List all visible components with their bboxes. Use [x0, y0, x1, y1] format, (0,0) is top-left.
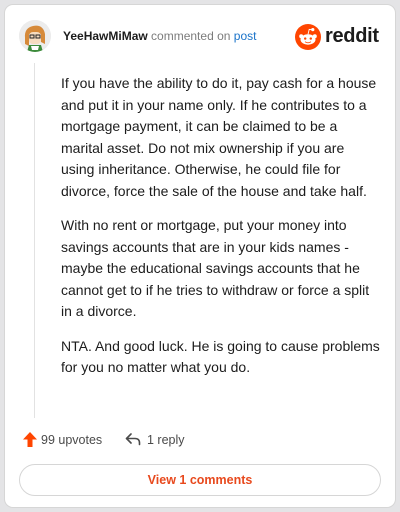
comment-card: YeeHawMiMaw commented on post reddit If …: [4, 4, 396, 508]
post-link[interactable]: post: [234, 29, 257, 43]
comment-body: If you have the ability to do it, pay ca…: [61, 73, 381, 392]
comment-header: YeeHawMiMaw commented on post reddit: [19, 19, 381, 53]
thread-line[interactable]: [34, 63, 35, 418]
upvote-button[interactable]: 99 upvotes: [23, 430, 113, 450]
comment-paragraph: NTA. And good luck. He is going to cause…: [61, 337, 380, 376]
comment-actions: 99 upvotes 1 reply: [19, 430, 381, 450]
commented-on-text: commented on: [151, 29, 231, 43]
reply-count: 1 reply: [147, 433, 185, 447]
comment-paragraph: If you have the ability to do it, pay ca…: [61, 75, 377, 199]
avatar[interactable]: [19, 20, 51, 52]
comment-meta: YeeHawMiMaw commented on post: [63, 29, 256, 43]
reddit-wordmark: reddit: [325, 25, 379, 47]
upvote-arrow-icon: [23, 432, 37, 447]
upvote-count: 99 upvotes: [41, 433, 103, 447]
reddit-brand[interactable]: reddit: [295, 24, 381, 50]
reply-icon: [125, 433, 141, 446]
reddit-snoo-icon: [295, 24, 321, 50]
username[interactable]: YeeHawMiMaw: [63, 29, 148, 43]
reply-button[interactable]: 1 reply: [125, 430, 195, 450]
comment-paragraph: With no rent or mortgage, put your money…: [61, 217, 370, 319]
view-comments-button[interactable]: View 1 comments: [19, 464, 381, 496]
